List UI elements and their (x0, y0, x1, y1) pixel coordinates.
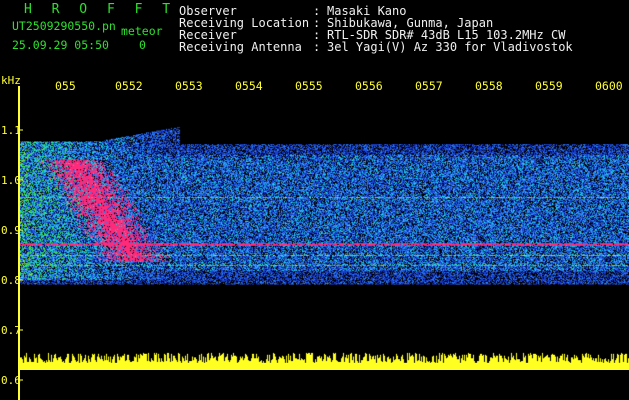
x-tick-label: 0600 (595, 79, 623, 93)
x-tick-label: 0555 (295, 79, 323, 93)
x-tick-label: 0552 (115, 79, 143, 93)
y-axis-line (18, 86, 20, 400)
x-tick-label: 0559 (535, 79, 563, 93)
field-label-antenna: Receiving Antenna (179, 40, 302, 54)
y-unit-label: kHz (1, 74, 21, 87)
x-tick-label: 0554 (235, 79, 263, 93)
datetime: 25.09.29 05:50 (12, 38, 109, 52)
field-sep-antenna: : (313, 40, 321, 54)
counter: 0 (139, 38, 146, 52)
x-tick-label: 0558 (475, 79, 503, 93)
filename: UT2509290550.pn (12, 19, 116, 33)
x-tick-label: 0557 (415, 79, 443, 93)
x-tick-label: 0556 (355, 79, 383, 93)
app-title: H R O F F T (24, 2, 177, 17)
field-value-antenna: 3el Yagi(V) Az 330 for Vladivostok (327, 40, 573, 54)
meteor-label: meteor (121, 24, 163, 38)
x-tick-label: 055 (55, 79, 76, 93)
x-tick-label: 0553 (175, 79, 203, 93)
spectrogram-display (20, 100, 629, 370)
